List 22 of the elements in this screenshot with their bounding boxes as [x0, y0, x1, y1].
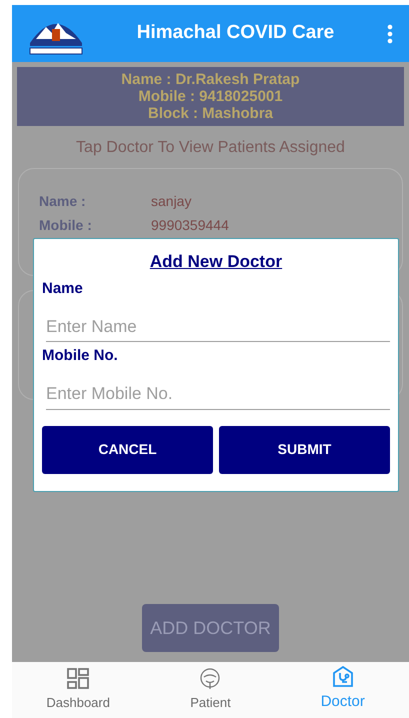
dialog-title: Add New Doctor — [150, 251, 282, 273]
doctor-name: sanjay — [151, 192, 192, 211]
doctor-mobile: 9990359444 — [151, 216, 229, 235]
profile-line: Block : Mashobra — [148, 105, 274, 122]
nav-tab[interactable]: Doctor — [276, 662, 409, 718]
profile-line: Mobile : 9418025001 — [138, 88, 283, 105]
field-label: Mobile No. — [42, 346, 118, 366]
dialog-button[interactable]: SUBMIT — [219, 426, 390, 474]
field-label: Name — [42, 278, 83, 298]
app-title: Himachal COVID Care — [136, 21, 336, 46]
nav-tab[interactable]: Dashboard — [12, 662, 144, 718]
stethoscope-icon — [332, 666, 354, 688]
input-field[interactable]: Enter Mobile No. — [46, 380, 390, 410]
mobile-label: Mobile : — [39, 216, 93, 235]
profile-line: Name : Dr.Rakesh Pratap — [121, 71, 300, 88]
more-menu-icon[interactable] — [387, 24, 393, 44]
nav-tab[interactable]: Patient — [144, 662, 277, 718]
dialog-button[interactable]: CANCEL — [42, 426, 213, 474]
name-label: Name : — [39, 192, 87, 211]
grid-icon — [67, 668, 90, 690]
hint-text: Tap Doctor To View Patients Assigned — [75, 138, 346, 158]
input-field[interactable]: Enter Name — [46, 312, 390, 342]
